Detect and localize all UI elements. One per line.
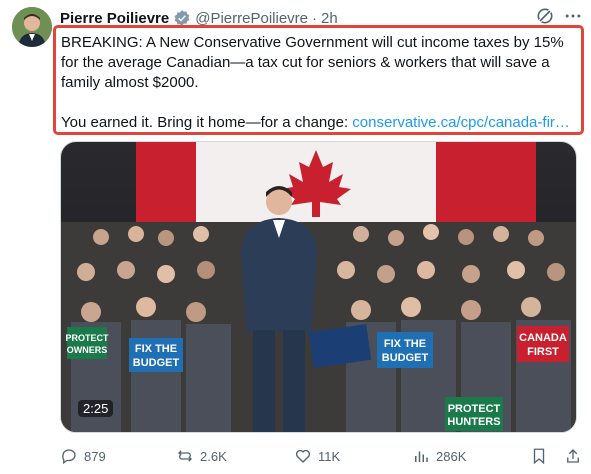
reply-count: 879	[84, 448, 106, 464]
svg-text:PROTECT: PROTECT	[448, 403, 501, 415]
video-duration: 2:25	[78, 400, 114, 417]
views-icon	[415, 451, 428, 462]
action-bar: 879 2.6K 11K 286K	[60, 445, 584, 467]
post-text: BREAKING: A New Conservative Government …	[53, 25, 584, 135]
author-name[interactable]: Pierre Poilievre	[60, 10, 169, 27]
svg-text:HUNTERS: HUNTERS	[447, 416, 500, 428]
video-player[interactable]: FIX THE BUDGET FIX THE BUDGET CANADA FIR…	[60, 141, 577, 433]
like-button[interactable]: 11K	[294, 445, 340, 467]
repost-button[interactable]: 2.6K	[176, 445, 227, 467]
like-icon	[295, 449, 311, 463]
like-count: 11K	[318, 448, 341, 464]
separator-dot: ·	[312, 9, 317, 27]
svg-text:FIRST: FIRST	[527, 346, 559, 358]
reply-button[interactable]: 879	[60, 445, 106, 467]
more-icon[interactable]	[563, 6, 583, 26]
svg-text:BUDGET: BUDGET	[382, 352, 429, 364]
svg-text:FIX THE: FIX THE	[135, 343, 177, 355]
views-count: 286K	[436, 448, 467, 464]
repost-count: 2.6K	[200, 448, 227, 464]
grok-icon[interactable]	[535, 6, 555, 26]
bookmark-icon	[533, 448, 545, 465]
svg-text:CANADA: CANADA	[519, 332, 567, 344]
repost-icon	[178, 450, 192, 462]
share-icon	[567, 449, 579, 463]
svg-text:OWNERS: OWNERS	[67, 345, 108, 355]
post-time[interactable]: 2h	[321, 10, 338, 27]
tweet[interactable]: Pierre Poilievre @PierrePoilievre · 2h B…	[0, 0, 591, 474]
bookmark-button[interactable]	[530, 445, 548, 467]
svg-text:FIX THE: FIX THE	[384, 338, 426, 350]
svg-text:PROTECT: PROTECT	[65, 333, 109, 343]
post-link[interactable]: conservative.ca/cpc/canada-fir…	[352, 114, 570, 131]
views-button[interactable]: 286K	[412, 445, 466, 467]
post-text-paragraph-2: You earned it. Bring it home—for a chang…	[61, 113, 576, 133]
reply-icon	[62, 449, 76, 465]
author-handle[interactable]: @PierrePoilievre	[195, 10, 308, 27]
share-button[interactable]	[564, 445, 582, 467]
svg-text:BUDGET: BUDGET	[133, 357, 180, 369]
post-text-cta: You earned it. Bring it home—for a chang…	[61, 114, 353, 131]
avatar[interactable]	[12, 7, 52, 47]
post-text-paragraph-1: BREAKING: A New Conservative Government …	[61, 34, 564, 91]
